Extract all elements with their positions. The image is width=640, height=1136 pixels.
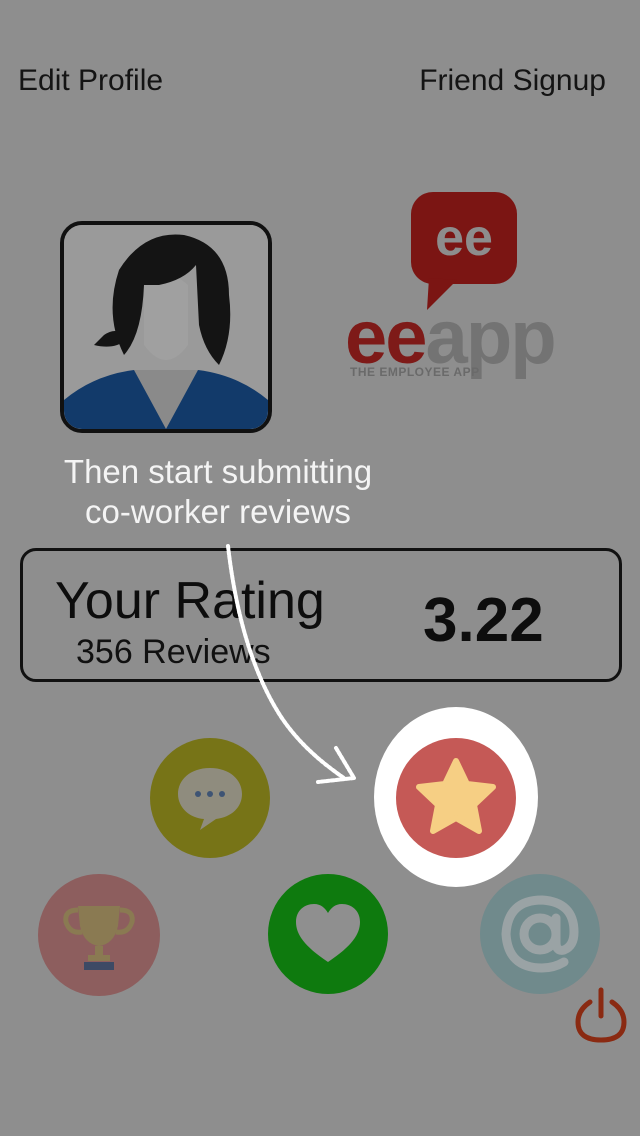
chat-bubble-icon bbox=[178, 768, 242, 830]
trophy-icon bbox=[63, 906, 135, 970]
friend-signup-link[interactable]: Friend Signup bbox=[419, 64, 606, 98]
favorites-button[interactable] bbox=[268, 874, 388, 994]
review-count: 356 Reviews bbox=[76, 633, 271, 671]
tip-line-2: co-worker reviews bbox=[85, 493, 351, 530]
logo-bubble-text: ee bbox=[435, 209, 493, 267]
reviews-button[interactable] bbox=[396, 738, 516, 858]
email-button[interactable] bbox=[480, 874, 600, 994]
heart-icon bbox=[296, 904, 360, 962]
star-icon bbox=[416, 758, 496, 834]
messages-button[interactable] bbox=[150, 738, 270, 858]
profile-avatar[interactable] bbox=[60, 221, 272, 433]
rating-value: 3.22 bbox=[423, 586, 544, 655]
onboarding-tip: Then start submitting co-worker reviews bbox=[0, 452, 436, 532]
power-icon bbox=[575, 987, 627, 1043]
edit-profile-link[interactable]: Edit Profile bbox=[18, 64, 163, 98]
rating-panel[interactable]: Your Rating 356 Reviews 3.22 bbox=[20, 548, 622, 682]
at-sign-icon bbox=[501, 895, 579, 973]
person-silhouette-icon bbox=[64, 225, 268, 429]
logo-tagline: THE EMPLOYEE APP bbox=[350, 365, 480, 379]
awards-button[interactable] bbox=[38, 874, 160, 996]
logout-button[interactable] bbox=[574, 986, 628, 1044]
rating-title: Your Rating bbox=[55, 572, 325, 630]
tip-line-1: Then start submitting bbox=[63, 453, 373, 490]
